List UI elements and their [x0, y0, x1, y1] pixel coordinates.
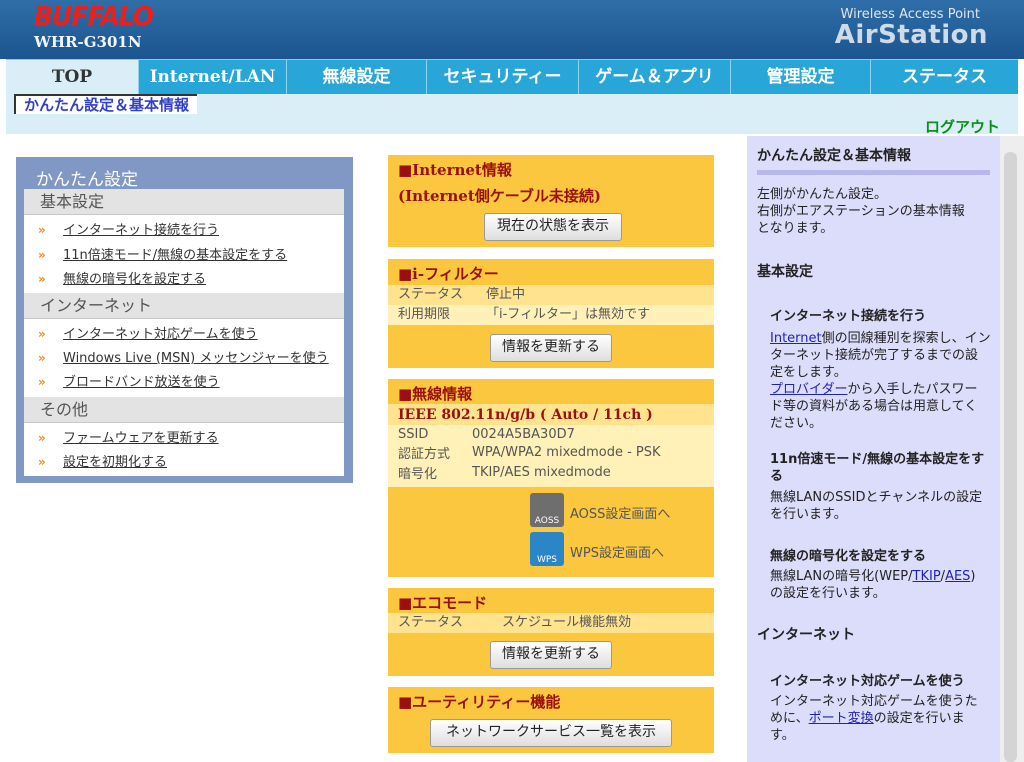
link-broadband-tv[interactable]: » ブロードバンド放送を使う — [38, 372, 220, 392]
sub-nav: かんたん設定＆基本情報 — [6, 94, 1018, 134]
tab-admin[interactable]: 管理設定 — [731, 60, 871, 95]
help-11n-heading: 11n倍速モード/無線の基本設定をす る — [770, 452, 985, 484]
link-online-games[interactable]: » インターネット対応ゲームを使う — [38, 324, 258, 344]
encryption-label: 暗号化 — [398, 467, 438, 482]
wireless-details: SSID 0024A5BA30D7 認証方式 WPA/WPA2 mixedmod… — [388, 425, 714, 487]
arrow-icon: » — [38, 248, 46, 262]
scrollbar[interactable] — [1000, 136, 1024, 762]
ifilter-title: ■i-フィルター — [398, 265, 499, 283]
brand-logo: BUFFALO — [34, 1, 154, 32]
eco-status-row: ステータス スケジュール機能無効 — [388, 613, 714, 633]
ifilter-expiry-label: 利用期限 — [398, 307, 451, 322]
easy-setup-list: 基本設定 » インターネット接続を行う » 11n倍速モード/無線の基本設定をする … — [24, 189, 344, 476]
arrow-icon: » — [38, 375, 46, 389]
tkip-link[interactable]: TKIP — [913, 569, 941, 584]
section-internet: インターネット — [24, 293, 344, 319]
link-factory-reset[interactable]: » 設定を初期化する — [38, 452, 167, 472]
model-name: WHR-G301N — [34, 33, 142, 51]
arrow-icon: » — [38, 431, 46, 445]
network-services-button[interactable]: ネットワークサービス一覧を表示 — [430, 719, 672, 747]
encryption-value: TKIP/AES mixedmode — [472, 465, 611, 480]
tab-wireless[interactable]: 無線設定 — [287, 60, 427, 95]
tab-top[interactable]: TOP — [6, 60, 139, 95]
ifilter-refresh-button[interactable]: 情報を更新する — [490, 334, 612, 362]
ifilter-status-value: 停止中 — [486, 287, 526, 302]
provider-link[interactable]: プロバイダー — [770, 382, 847, 397]
wps-icon[interactable]: WPS — [530, 532, 564, 566]
aes-link[interactable]: AES — [945, 569, 970, 584]
arrow-icon: » — [38, 327, 46, 341]
link-encryption[interactable]: » 無線の暗号化を設定する — [38, 269, 206, 289]
tab-game-app[interactable]: ゲーム＆アプリ — [579, 60, 731, 95]
internet-info-title: ■Internet情報 — [398, 161, 512, 179]
auth-label: 認証方式 — [398, 447, 451, 462]
utility-panel: ■ユーティリティー機能 ネットワークサービス一覧を表示 — [388, 687, 714, 753]
internet-status-text: (Internet側ケーブル未接続) — [398, 187, 601, 205]
help-inet-conn-heading: インターネット接続を行う — [770, 309, 927, 324]
main-nav: TOP Internet/LAN 無線設定 セキュリティー ゲーム＆アプリ 管理… — [6, 59, 1018, 95]
eco-mode-title: ■エコモード — [398, 594, 488, 612]
utility-title: ■ユーティリティー機能 — [398, 693, 561, 711]
help-encryption-text: 無線LANの暗号化(WEP/TKIP/AES) の設定を行います。 — [770, 569, 976, 601]
arrow-icon: » — [38, 455, 46, 469]
help-internet-heading: インターネット — [757, 627, 855, 643]
aoss-link[interactable]: AOSS設定画面へ — [570, 503, 670, 522]
logout-link[interactable]: ログアウト — [925, 116, 1000, 137]
ifilter-status-label: ステータス — [398, 287, 464, 302]
wireless-mode-row: IEEE 802.11n/g/b ( Auto / 11ch ) — [388, 404, 714, 426]
ifilter-panel: ■i-フィルター ステータス 停止中 利用期限 「i-フィルター」は無効です 情… — [388, 259, 714, 368]
link-msn-messenger[interactable]: » Windows Live (MSN) メッセンジャーを使う — [38, 348, 329, 368]
help-game-heading: インターネット対応ゲームを使う — [770, 674, 965, 689]
header-banner: BUFFALO WHR-G301N Wireless Access Point … — [0, 0, 1024, 59]
help-title: かんたん設定＆基本情報 — [757, 148, 911, 164]
auth-value: WPA/WPA2 mixedmode - PSK — [472, 445, 661, 460]
link-firmware-update[interactable]: » ファームウェアを更新する — [38, 428, 219, 448]
product-logo: AirStation — [834, 20, 988, 50]
section-basic: 基本設定 — [24, 189, 344, 215]
arrow-icon: » — [38, 351, 46, 365]
arrow-icon: » — [38, 272, 46, 286]
wps-link[interactable]: WPS設定画面へ — [570, 542, 664, 561]
help-basic-heading: 基本設定 — [757, 264, 813, 280]
link-internet-connect[interactable]: » インターネット接続を行う — [38, 220, 219, 240]
scrollbar-thumb[interactable] — [1004, 152, 1017, 762]
eco-status-label: ステータス — [398, 615, 464, 630]
help-inet-conn-text: Internet側の回線種別を探索し、イン ターネット接続が完了するまでの設 定… — [770, 331, 991, 431]
help-intro: 左側がかんたん設定。 右側がエアステーションの基本情報 となります。 — [757, 187, 965, 236]
eco-mode-panel: ■エコモード ステータス スケジュール機能無効 情報を更新する — [388, 588, 714, 676]
arrow-icon: » — [38, 223, 46, 237]
ssid-label: SSID — [398, 427, 429, 442]
ifilter-expiry-row: 利用期限 「i-フィルター」は無効です — [388, 305, 714, 325]
wireless-mode: IEEE 802.11n/g/b ( Auto / 11ch ) — [398, 407, 653, 423]
tab-internet-lan[interactable]: Internet/LAN — [139, 60, 287, 95]
easy-setup-panel: かんたん設定 基本設定 » インターネット接続を行う » 11n倍速モード/無線の基… — [16, 157, 353, 483]
help-game-text: インターネット対応ゲームを使うた めに、ポート変換の設定を行いま す。 — [770, 694, 978, 743]
easy-setup-title: かんたん設定 — [36, 170, 138, 190]
eco-refresh-button[interactable]: 情報を更新する — [490, 641, 612, 669]
tab-status[interactable]: ステータス — [871, 60, 1018, 95]
help-11n-text: 無線LANのSSIDとチャンネルの設定 を行います。 — [770, 490, 983, 522]
help-divider — [757, 170, 990, 175]
ifilter-expiry-value: 「i-フィルター」は無効です — [486, 307, 651, 322]
wireless-info-panel: ■無線情報 IEEE 802.11n/g/b ( Auto / 11ch ) S… — [388, 379, 714, 577]
ifilter-status-row: ステータス 停止中 — [388, 285, 714, 305]
breadcrumb[interactable]: かんたん設定＆基本情報 — [14, 94, 198, 114]
help-encryption-heading: 無線の暗号化を設定をする — [770, 549, 927, 564]
tab-security[interactable]: セキュリティー — [427, 60, 579, 95]
link-11n-basic[interactable]: » 11n倍速モード/無線の基本設定をする — [38, 245, 287, 265]
port-forward-link[interactable]: ポート変換 — [809, 711, 874, 726]
show-status-button[interactable]: 現在の状態を表示 — [484, 213, 622, 241]
ssid-value: 0024A5BA30D7 — [472, 427, 575, 442]
eco-status-value: スケジュール機能無効 — [502, 615, 632, 630]
internet-link[interactable]: Internet — [770, 331, 822, 346]
section-other: その他 — [24, 397, 344, 423]
wireless-info-title: ■無線情報 — [398, 385, 473, 403]
internet-info-panel: ■Internet情報 (Internet側ケーブル未接続) 現在の状態を表示 — [388, 155, 714, 247]
help-sidebar: かんたん設定＆基本情報 左側がかんたん設定。 右側がエアステーションの基本情報 … — [747, 136, 1000, 762]
aoss-icon[interactable]: AOSS — [530, 493, 564, 527]
